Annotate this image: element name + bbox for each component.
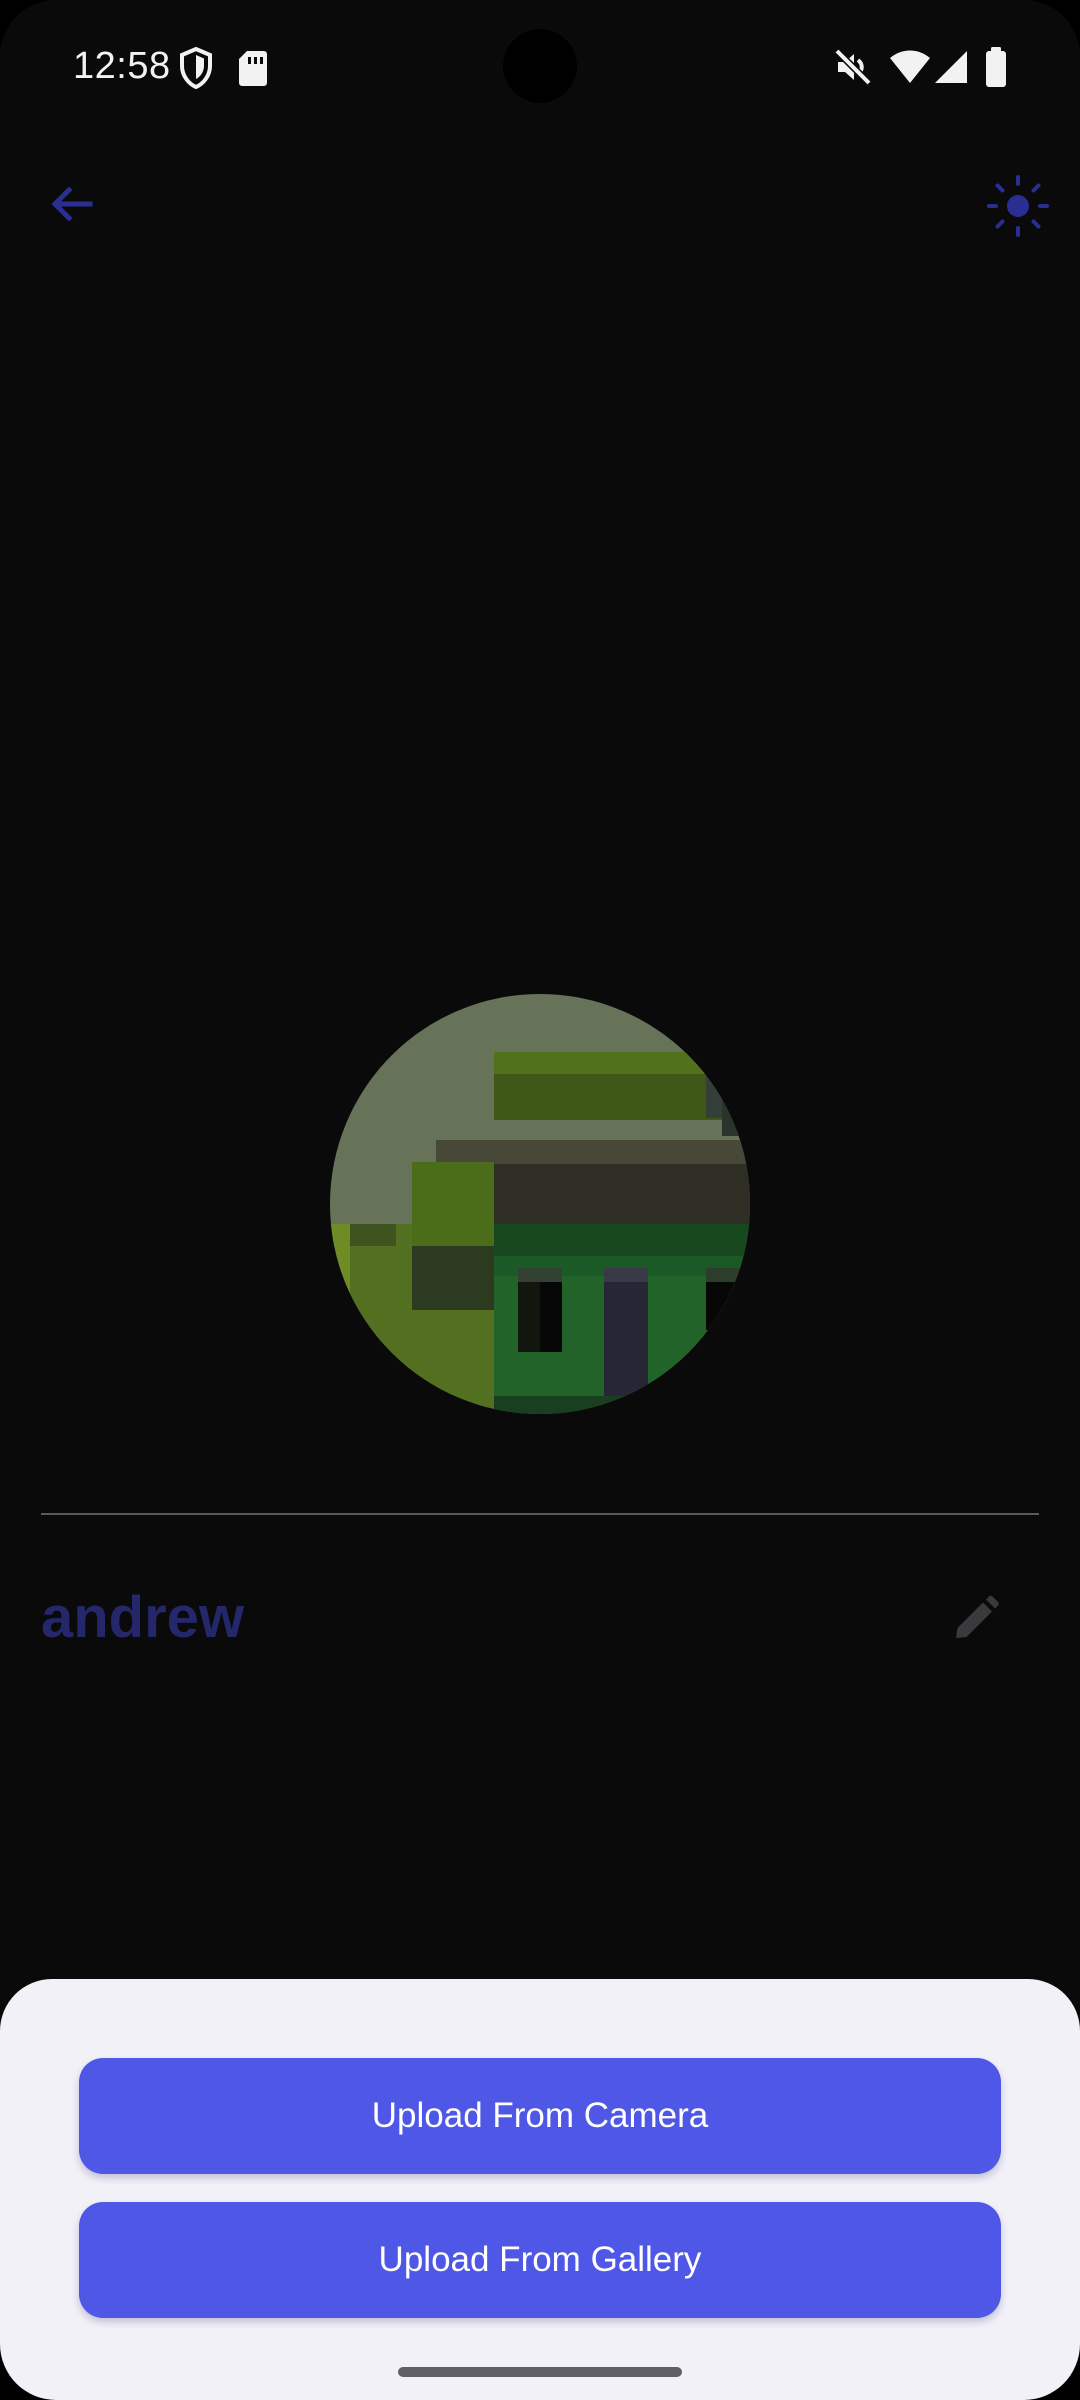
arrow-back-icon: [51, 186, 93, 222]
home-gesture-indicator[interactable]: [398, 2367, 682, 2377]
upload-bottom-sheet: Upload From Camera Upload From Gallery: [0, 1979, 1080, 2400]
profile-screen: 12:58 andrew Upload From Camera Upload F…: [0, 0, 1080, 2400]
status-time: 12:58: [73, 45, 171, 87]
username-text: andrew: [41, 1585, 245, 1650]
profile-avatar-image[interactable]: [330, 994, 750, 1414]
battery-icon: [986, 47, 1006, 87]
profile-divider: [41, 1513, 1039, 1515]
wifi-icon: [890, 50, 930, 83]
back-button[interactable]: [40, 172, 104, 236]
edit-username-button[interactable]: [944, 1588, 1006, 1650]
sun-icon: [987, 175, 1049, 237]
shield-icon: [180, 47, 212, 89]
front-camera-cutout: [503, 29, 577, 103]
pencil-icon: [956, 1595, 999, 1638]
upload-from-gallery-button[interactable]: Upload From Gallery: [79, 2202, 1001, 2318]
status-bar: 12:58: [0, 0, 1080, 132]
sd-card-icon: [239, 51, 267, 86]
upload-from-camera-button[interactable]: Upload From Camera: [79, 2058, 1001, 2174]
pixel-art-avatar: [330, 994, 750, 1414]
cellular-signal-icon: [935, 51, 967, 83]
muted-volume-icon: [834, 48, 872, 86]
theme-toggle-button[interactable]: [984, 172, 1052, 240]
